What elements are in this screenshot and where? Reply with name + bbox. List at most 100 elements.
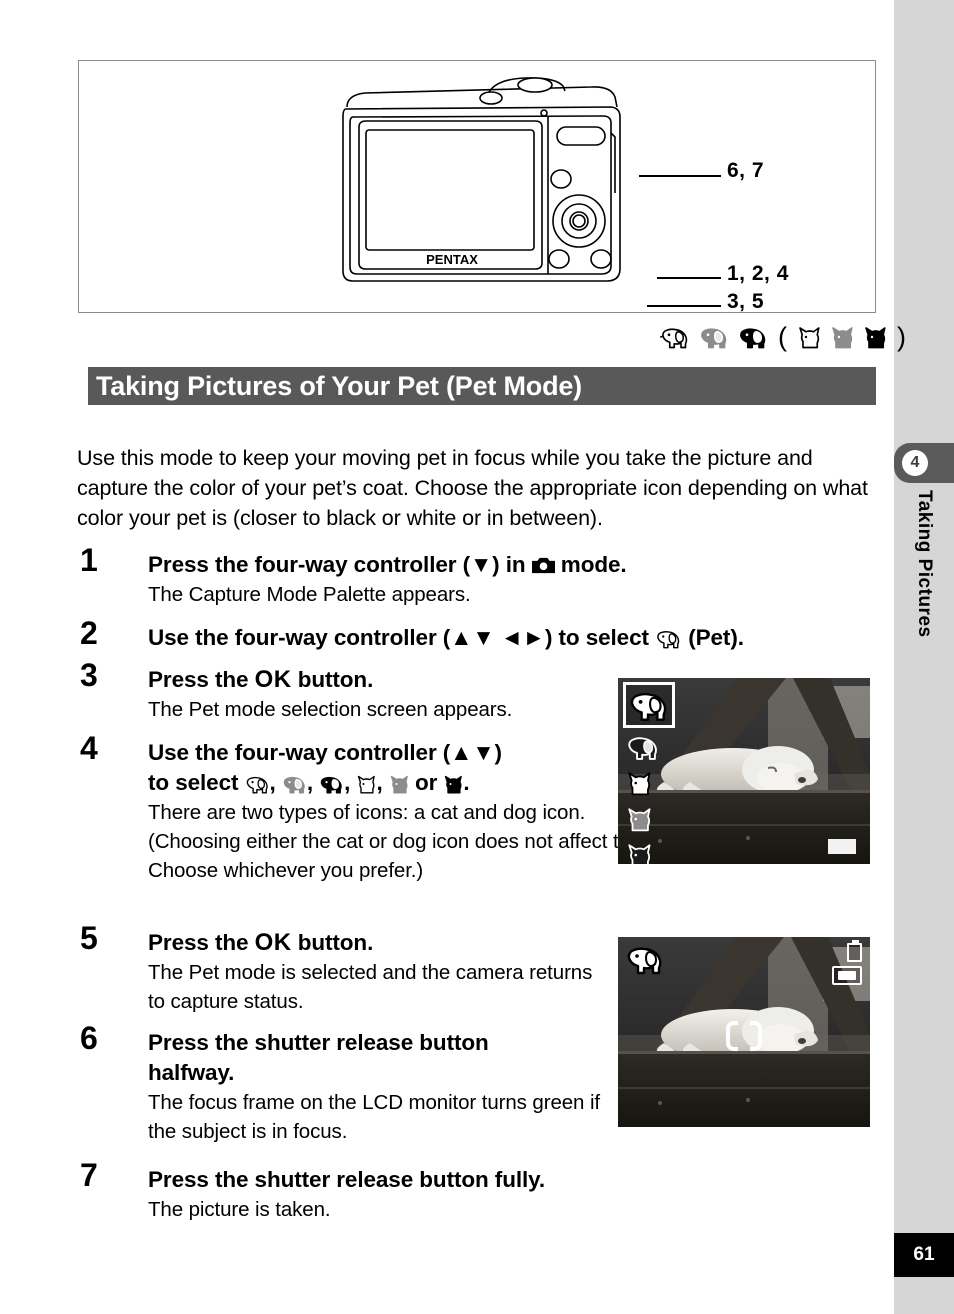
pet-dog-white-icon [246,776,268,794]
menu-item-cat-white[interactable] [623,766,675,800]
callout-shutter: 6, 7 [727,159,765,182]
camera-illustration-box: PENTAX 6, 7 1, 2, 4 3, 5 [78,60,876,313]
menu-item-cat-gray[interactable] [623,802,675,836]
step-3-heading-part-b: button. [291,667,374,692]
step-1-body: The Capture Mode Palette appears. [148,583,471,606]
menu-item-cat-black[interactable] [623,838,675,864]
focus-frame-icon [726,1020,762,1051]
section-title-bar: Taking Pictures of Your Pet (Pet Mode) [88,367,876,405]
step-1-heading: Press the four-way controller (▼) in mod… [148,550,880,580]
step-7-heading: Press the shutter release button fully. [148,1167,546,1192]
pet-cat-black-icon [445,775,463,794]
step-3-heading: Press the OK button. [148,665,610,695]
status-indicators [832,940,862,985]
camera-back-illustration: PENTAX [342,77,621,282]
step-2-heading: Use the four-way controller (▲▼ ◄►) to s… [148,623,890,653]
pet-cat-white-icon [358,775,376,794]
step-5-heading-part-b: button. [291,930,374,955]
step-6: 6 Press the shutter release button halfw… [80,1022,610,1146]
callout-four-way: 1, 2, 4 [727,262,789,285]
step-4-number: 4 [80,730,98,766]
step-3-heading-part-a: Press the [148,667,255,692]
menu-item-dog-black[interactable] [623,730,675,764]
leader-line-ok [647,305,721,307]
pet-mode-selection-screenshot [618,678,870,864]
pet-cat-black-icon [865,327,886,349]
pet-dog-black-icon [320,776,342,794]
pet-cat-white-icon [628,772,651,796]
step-6-body: The focus frame on the LCD monitor turns… [148,1091,601,1143]
step-5-heading: Press the OK button. [148,928,610,958]
chapter-label-text: Taking Pictures [914,490,935,638]
paren-close: ) [897,321,906,352]
sep-4: , [376,770,389,795]
intro-paragraph: Use this mode to keep your moving pet in… [77,445,868,530]
step-4-heading-line1: Use the four-way controller (▲▼) [148,740,502,765]
step-7-number: 7 [80,1157,98,1193]
step-2-heading-part-b: (Pet). [682,625,744,650]
step-6-number: 6 [80,1020,98,1056]
current-pet-mode-indicator [625,943,665,980]
pet-dog-gray-icon [283,776,305,794]
chapter-label: Taking Pictures [894,490,954,750]
pet-icon-selection-menu[interactable] [623,682,675,864]
step-5: 5 Press the OK button. The Pet mode is s… [80,922,610,1016]
step-3-number: 3 [80,657,98,693]
step-6-heading-line2: halfway. [148,1060,235,1085]
step-1: 1 Press the four-way controller (▼) in m… [80,544,880,609]
pet-cat-gray-icon [628,808,651,832]
step-4-heading-part-c: or [408,770,444,795]
step-3-body: The Pet mode selection screen appears. [148,698,513,721]
chapter-number: 4 [902,450,928,476]
status-chip [828,839,856,854]
callout-ok: 3, 5 [727,290,765,313]
step-2: 2 Use the four-way controller (▲▼ ◄►) to… [80,617,890,653]
step-4-heading-part-b: to select [148,770,245,795]
step-4: 4 Use the four-way controller (▲▼) to se… [80,732,795,885]
pet-dog-white-icon [660,328,688,349]
sep-2: , [306,770,320,795]
step-2-heading-part-a: Use the four-way controller (▲▼ ◄►) to s… [148,625,656,650]
pet-dog-white-icon [627,947,662,975]
step-4-heading-line2: to select , , , , or . [148,768,610,798]
step-4-heading-part-d: . [463,770,470,795]
page-title: Taking Pictures of Your Pet (Pet Mode) [96,370,582,401]
focus-bracket-left [726,1020,738,1051]
pet-dog-white-icon [630,693,667,721]
step-1-number: 1 [80,542,98,578]
step-4-body-1: There are two types of icons: a cat and … [148,801,586,824]
pet-mode-icon-row: ( ) [660,322,907,352]
ok-button-glyph: OK [254,666,292,693]
pet-cat-gray-icon [832,327,853,349]
step-7: 7 Press the shutter release button fully… [80,1159,880,1224]
pet-dog-black-icon [628,737,657,760]
focus-bracket-right [750,1020,762,1051]
page-number: 61 [894,1233,954,1277]
sep-1: , [269,770,282,795]
menu-item-selected-dog-white[interactable] [623,682,675,728]
battery-icon [847,940,862,962]
step-7-body: The picture is taken. [148,1198,331,1221]
step-3: 3 Press the OK button. The Pet mode sele… [80,659,610,724]
ok-button-glyph: OK [254,929,292,956]
pet-cat-gray-icon [390,775,408,794]
step-5-number: 5 [80,920,98,956]
pet-cat-white-icon [799,327,820,349]
leader-line-shutter [639,175,721,177]
pet-dog-black-icon [740,328,766,349]
step-1-heading-part-a: Press the four-way controller (▼) in [148,552,532,577]
step-6-heading-line1: Press the shutter release button [148,1030,489,1055]
step-2-number: 2 [80,615,98,651]
memory-card-icon [832,966,862,985]
camera-mode-icon [531,557,555,574]
capture-status-screenshot [618,937,870,1127]
pet-cat-black-icon [628,844,651,864]
step-1-heading-part-b: mode. [554,552,627,577]
step-5-heading-part-a: Press the [148,930,255,955]
camera-brand-label: PENTAX [426,252,478,267]
pet-dog-white-icon [657,631,680,649]
step-5-body: The Pet mode is selected and the camera … [148,961,593,1013]
sep-3: , [344,770,357,795]
pet-dog-gray-icon [701,328,727,349]
leader-line-four-way [657,277,721,279]
